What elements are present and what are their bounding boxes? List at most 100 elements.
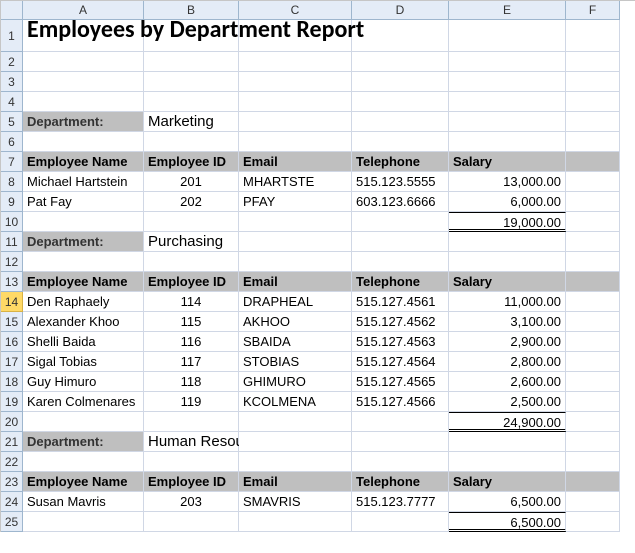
department-label[interactable]: Department: (23, 232, 144, 252)
row-header-25[interactable]: 25 (1, 512, 23, 532)
cell[interactable] (239, 112, 352, 132)
cell[interactable] (352, 512, 449, 532)
cell[interactable] (566, 192, 620, 212)
emp-id[interactable]: 115 (144, 312, 239, 332)
col-header-D[interactable]: D (352, 1, 449, 20)
col-telephone[interactable]: Telephone (352, 272, 449, 292)
emp-email[interactable]: AKHOO (239, 312, 352, 332)
emp-salary[interactable]: 2,600.00 (449, 372, 566, 392)
cell[interactable] (23, 212, 144, 232)
cell[interactable] (449, 72, 566, 92)
cell[interactable] (566, 132, 620, 152)
cell[interactable] (144, 212, 239, 232)
cell[interactable] (566, 72, 620, 92)
emp-tel[interactable]: 515.127.4561 (352, 292, 449, 312)
cell[interactable] (566, 112, 620, 132)
row-header-12[interactable]: 12 (1, 252, 23, 272)
cell[interactable] (566, 372, 620, 392)
cell[interactable] (144, 452, 239, 472)
cell[interactable] (144, 252, 239, 272)
row-header-21[interactable]: 21 (1, 432, 23, 452)
row-header-11[interactable]: 11 (1, 232, 23, 252)
cell[interactable] (144, 512, 239, 532)
row-header-8[interactable]: 8 (1, 172, 23, 192)
cell[interactable] (239, 72, 352, 92)
dept-total[interactable]: 6,500.00 (449, 512, 566, 532)
cell[interactable] (352, 132, 449, 152)
emp-id[interactable]: 116 (144, 332, 239, 352)
cell[interactable] (566, 52, 620, 72)
emp-name[interactable]: Sigal Tobias (23, 352, 144, 372)
cell[interactable] (239, 92, 352, 112)
cell[interactable] (23, 52, 144, 72)
emp-id[interactable]: 117 (144, 352, 239, 372)
col-email[interactable]: Email (239, 152, 352, 172)
cell[interactable] (449, 112, 566, 132)
cell[interactable] (23, 452, 144, 472)
emp-email[interactable]: GHIMURO (239, 372, 352, 392)
emp-tel[interactable]: 515.127.4562 (352, 312, 449, 332)
col-salary[interactable]: Salary (449, 472, 566, 492)
col-email[interactable]: Email (239, 472, 352, 492)
row-header-22[interactable]: 22 (1, 452, 23, 472)
cell[interactable] (352, 52, 449, 72)
col-emp-name[interactable]: Employee Name (23, 152, 144, 172)
emp-salary[interactable]: 13,000.00 (449, 172, 566, 192)
row-header-18[interactable]: 18 (1, 372, 23, 392)
emp-salary[interactable]: 6,000.00 (449, 192, 566, 212)
cell[interactable] (352, 432, 449, 452)
cell[interactable] (566, 512, 620, 532)
emp-id[interactable]: 203 (144, 492, 239, 512)
cell[interactable] (239, 132, 352, 152)
emp-tel[interactable]: 515.123.7777 (352, 492, 449, 512)
cell[interactable] (352, 232, 449, 252)
row-header-19[interactable]: 19 (1, 392, 23, 412)
cell[interactable] (352, 412, 449, 432)
dept-total[interactable]: 24,900.00 (449, 412, 566, 432)
cell[interactable] (23, 92, 144, 112)
cell[interactable] (239, 432, 352, 452)
emp-email[interactable]: STOBIAS (239, 352, 352, 372)
row-header-10[interactable]: 10 (1, 212, 23, 232)
emp-salary[interactable]: 11,000.00 (449, 292, 566, 312)
department-label[interactable]: Department: (23, 112, 144, 132)
emp-email[interactable]: MHARTSTE (239, 172, 352, 192)
emp-name[interactable]: Karen Colmenares (23, 392, 144, 412)
row-header-3[interactable]: 3 (1, 72, 23, 92)
cell[interactable] (449, 432, 566, 452)
cell[interactable] (23, 72, 144, 92)
cell[interactable] (566, 232, 620, 252)
emp-name[interactable]: Pat Fay (23, 192, 144, 212)
row-header-9[interactable]: 9 (1, 192, 23, 212)
col-salary[interactable]: Salary (449, 272, 566, 292)
emp-id[interactable]: 202 (144, 192, 239, 212)
col-emp-name[interactable]: Employee Name (23, 272, 144, 292)
emp-email[interactable]: SBAIDA (239, 332, 352, 352)
select-all-corner[interactable] (1, 1, 23, 20)
department-name[interactable]: Purchasing (144, 232, 239, 252)
cell[interactable] (239, 512, 352, 532)
cell[interactable] (566, 152, 620, 172)
cell[interactable] (449, 452, 566, 472)
cell[interactable] (239, 232, 352, 252)
department-name[interactable]: Human Resources (144, 432, 239, 452)
emp-id[interactable]: 114 (144, 292, 239, 312)
cell[interactable] (352, 212, 449, 232)
cell[interactable] (144, 52, 239, 72)
cell[interactable] (352, 252, 449, 272)
row-header-23[interactable]: 23 (1, 472, 23, 492)
report-title[interactable]: Employees by Department Report (23, 20, 144, 52)
cell[interactable] (144, 412, 239, 432)
cell[interactable] (566, 312, 620, 332)
emp-salary[interactable]: 3,100.00 (449, 312, 566, 332)
col-telephone[interactable]: Telephone (352, 472, 449, 492)
emp-email[interactable]: SMAVRIS (239, 492, 352, 512)
cell[interactable] (352, 452, 449, 472)
cell[interactable] (566, 492, 620, 512)
cell[interactable] (239, 252, 352, 272)
cell[interactable] (239, 52, 352, 72)
emp-email[interactable]: PFAY (239, 192, 352, 212)
emp-tel[interactable]: 515.127.4563 (352, 332, 449, 352)
cell[interactable] (566, 252, 620, 272)
cell[interactable] (239, 412, 352, 432)
